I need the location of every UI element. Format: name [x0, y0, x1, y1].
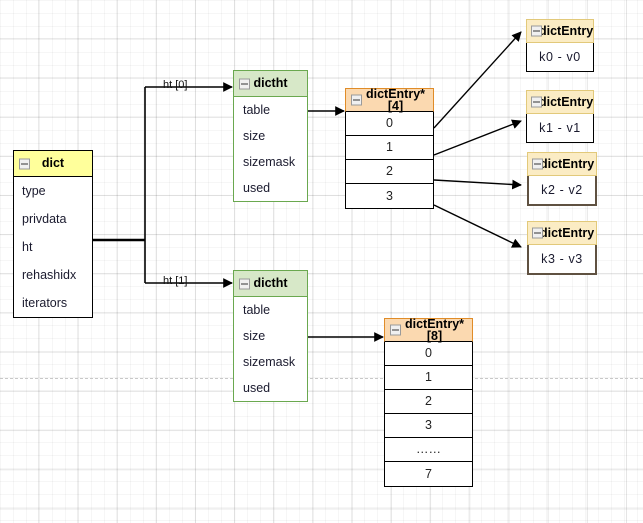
minus-collapse-icon[interactable]	[532, 158, 543, 170]
wire-slot2-to-entry2	[433, 179, 522, 190]
dictht-bottom-field-used: used	[243, 380, 271, 395]
dictht-top-field-used: used	[243, 180, 271, 195]
minus-collapse-icon[interactable]	[531, 96, 542, 108]
minus-collapse-icon[interactable]	[351, 94, 362, 106]
diagram-canvas: ht [0] ht [1] dict type privdata ht reha…	[0, 0, 643, 523]
node-dictentry-2-header[interactable]: dictEntry	[527, 152, 597, 176]
node-dictht-top[interactable]: dictht table size sizemask used	[233, 70, 308, 202]
node-dictentry-2-title: dictEntry	[540, 156, 595, 171]
array-4-slot-0: 0	[346, 112, 433, 136]
node-dict-title: dict	[41, 156, 65, 171]
minus-collapse-icon[interactable]	[239, 78, 250, 89]
dictentry-2-pair: k2 - v2	[541, 182, 583, 197]
node-array-4-header[interactable]: dictEntry* [4]	[345, 86, 434, 113]
node-dictht-bottom-header[interactable]: dictht	[234, 271, 307, 297]
node-array-4-title: dictEntry* [4]	[365, 86, 426, 113]
dict-field-ht: ht	[22, 239, 33, 254]
node-dictentry-1-header[interactable]: dictEntry	[526, 90, 594, 114]
node-dictht-top-header[interactable]: dictht	[234, 71, 307, 97]
minus-collapse-icon[interactable]	[390, 324, 401, 336]
node-dictentry-0-title: dictEntry	[539, 23, 594, 38]
wire-slot1-to-entry1	[433, 119, 522, 156]
node-dictht-bottom[interactable]: dictht table size sizemask used	[233, 270, 308, 402]
array-8-slot-7: 7	[425, 466, 432, 481]
node-dictht-bottom-title: dictht	[253, 276, 288, 291]
node-array-4[interactable]: dictEntry* [4] 0 1 2 3	[345, 86, 434, 209]
node-array-8-title: dictEntry* [8]	[404, 316, 465, 343]
minus-collapse-icon[interactable]	[239, 278, 250, 289]
array-4-slot-3: 3	[386, 188, 393, 203]
node-dictht-top-title: dictht	[253, 76, 288, 91]
minus-collapse-icon[interactable]	[19, 158, 30, 169]
dictht-top-field-table: table	[243, 102, 271, 117]
node-array-8-header[interactable]: dictEntry* [8]	[384, 316, 473, 343]
dict-field-type: type	[22, 183, 46, 198]
node-dictentry-3-title: dictEntry	[540, 225, 595, 240]
array-4-slot-1: 1	[346, 136, 433, 160]
node-dictentry-1[interactable]: dictEntry k1 - v1	[526, 90, 594, 143]
node-dictentry-0[interactable]: dictEntry k0 - v0	[526, 19, 594, 72]
dict-field-privdata: privdata	[22, 211, 67, 226]
array-8-slot-0: 0	[385, 342, 472, 366]
dictentry-0-pair: k0 - v0	[539, 49, 581, 64]
minus-collapse-icon[interactable]	[532, 227, 543, 239]
edge-label-ht1: ht [1]	[163, 275, 188, 287]
node-array-8[interactable]: dictEntry* [8] 0 1 2 3 …… 7	[384, 316, 473, 487]
node-dict-header[interactable]: dict	[14, 151, 92, 177]
dictentry-3-pair: k3 - v3	[541, 251, 583, 266]
array-4-slot-2: 2	[346, 160, 433, 184]
node-dictentry-1-title: dictEntry	[539, 94, 594, 109]
dictht-top-field-size: size	[243, 128, 266, 143]
dictht-bottom-field-size: size	[243, 328, 266, 343]
dictht-bottom-field-sizemask: sizemask	[243, 354, 296, 369]
array-8-slot-3: 3	[385, 414, 472, 438]
alignment-guide-line	[0, 378, 643, 379]
node-dictentry-0-header[interactable]: dictEntry	[526, 19, 594, 43]
array-8-slot-ellipsis: ……	[385, 438, 472, 462]
array-8-slot-1: 1	[385, 366, 472, 390]
dict-field-rehashidx: rehashidx	[22, 267, 77, 282]
node-dictentry-3-header[interactable]: dictEntry	[527, 221, 597, 245]
edge-label-ht0: ht [0]	[163, 79, 188, 91]
dictentry-1-pair: k1 - v1	[539, 120, 581, 135]
node-dictentry-2[interactable]: dictEntry k2 - v2	[527, 152, 597, 206]
dictht-bottom-field-table: table	[243, 302, 271, 317]
wire-slot3-to-entry3	[433, 204, 522, 248]
minus-collapse-icon[interactable]	[531, 25, 542, 37]
array-8-slot-2: 2	[385, 390, 472, 414]
node-dictentry-3[interactable]: dictEntry k3 - v3	[527, 221, 597, 275]
dictht-top-field-sizemask: sizemask	[243, 154, 296, 169]
wire-slot0-to-entry0	[433, 31, 522, 129]
node-dict[interactable]: dict type privdata ht rehashidx iterator…	[13, 150, 93, 318]
dict-field-iterators: iterators	[22, 295, 68, 310]
